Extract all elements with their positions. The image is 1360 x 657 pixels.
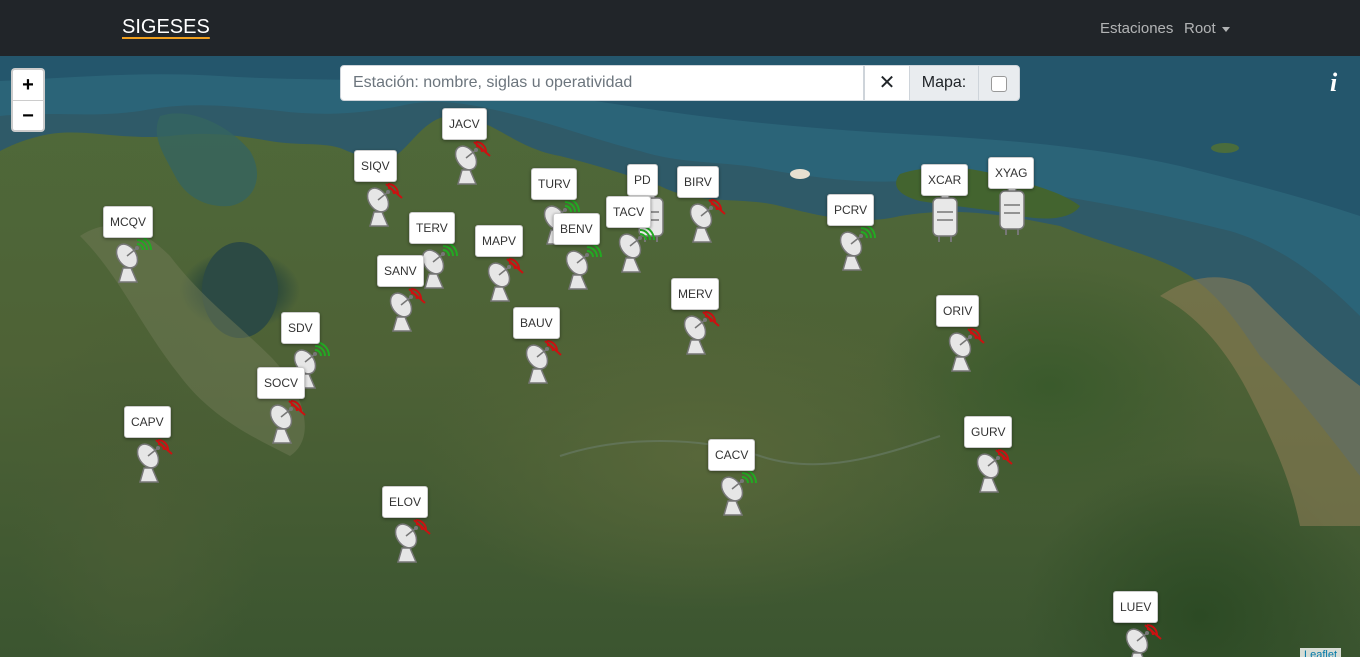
station-label[interactable]: TURV [531, 168, 578, 200]
station-label[interactable]: JACV [442, 108, 487, 140]
mapa-checkbox[interactable] [991, 76, 1007, 92]
nav-estaciones[interactable]: Estaciones [1100, 20, 1173, 37]
station-label[interactable]: SOCV [257, 367, 306, 399]
clear-search-button[interactable]: ✕ [864, 65, 910, 101]
mapa-checkbox-wrap [978, 65, 1020, 101]
station-label[interactable]: TACV [606, 196, 652, 228]
station-label[interactable]: MCQV [103, 206, 153, 238]
station-label[interactable]: MAPV [475, 225, 524, 257]
station-label[interactable]: SIQV [354, 150, 397, 182]
station-label[interactable]: LUEV [1113, 591, 1159, 623]
nav-root-dropdown[interactable]: Root [1184, 20, 1230, 37]
zoom-control: + − [11, 68, 45, 132]
station-label[interactable]: GURV [964, 416, 1013, 448]
station-label[interactable]: MERV [671, 278, 720, 310]
station-label[interactable]: PD [627, 164, 658, 196]
station-label[interactable]: SANV [377, 255, 424, 287]
station-label[interactable]: XYAG [988, 157, 1035, 189]
mapa-label: Mapa: [909, 65, 979, 101]
zoom-in-button[interactable]: + [13, 70, 43, 101]
nav-root-label: Root [1184, 20, 1216, 37]
station-label[interactable]: CAPV [124, 406, 171, 438]
station-label[interactable]: PCRV [827, 194, 875, 226]
info-icon[interactable]: i [1330, 68, 1337, 98]
leaflet-attribution[interactable]: Leaflet [1300, 648, 1342, 657]
station-label[interactable]: ELOV [382, 486, 429, 518]
station-label[interactable]: ORIV [936, 295, 980, 327]
caret-down-icon [1221, 26, 1230, 32]
station-label[interactable]: BIRV [677, 166, 719, 198]
station-label[interactable]: SDV [281, 312, 320, 344]
station-label[interactable]: BAUV [513, 307, 560, 339]
station-search-input[interactable] [340, 65, 864, 101]
station-label[interactable]: CACV [708, 439, 756, 471]
station-label[interactable]: BENV [553, 213, 600, 245]
map[interactable]: + − ✕ Mapa: i Leaflet MCQV SIQV [0, 56, 1360, 657]
brand-link[interactable]: SIGESES [122, 16, 210, 39]
zoom-out-button[interactable]: − [13, 101, 43, 130]
station-label[interactable]: XCAR [921, 164, 969, 196]
search-bar: ✕ Mapa: [340, 65, 1020, 103]
navbar: SIGESES Estaciones Root [0, 0, 1360, 56]
station-label[interactable]: TERV [409, 212, 455, 244]
